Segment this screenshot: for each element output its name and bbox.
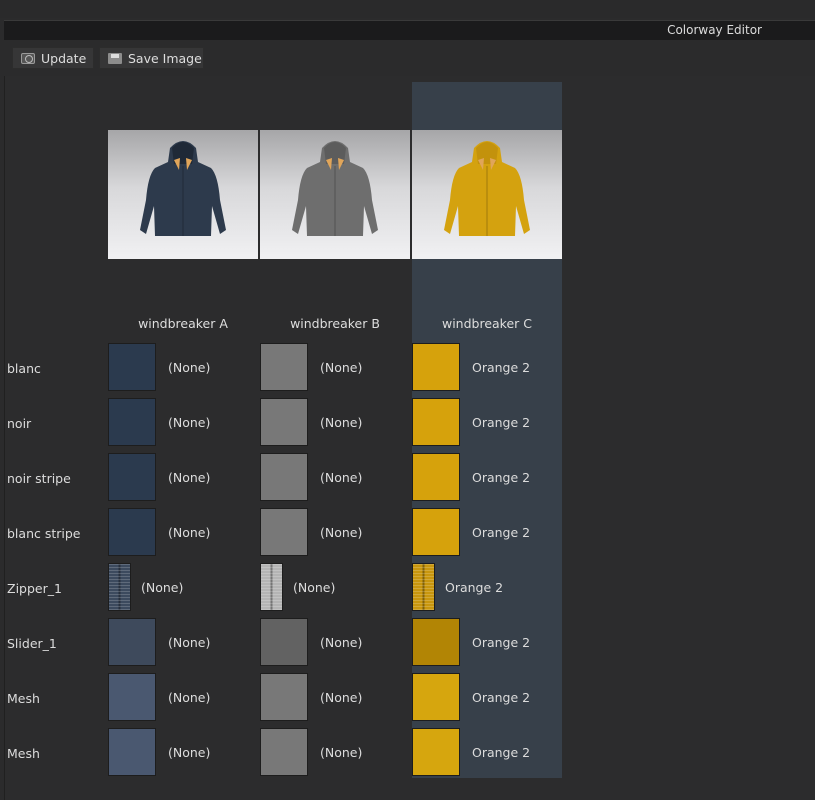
color-swatch[interactable] [108, 398, 156, 446]
color-value-label[interactable]: Orange 2 [472, 415, 530, 430]
fabric-row-label: noir stripe [7, 471, 71, 486]
color-value-label[interactable]: (None) [320, 415, 362, 430]
color-value-label[interactable]: (None) [141, 580, 183, 595]
colorway-name[interactable]: windbreaker B [260, 316, 410, 331]
update-button[interactable]: Update [12, 47, 94, 69]
fabric-row-label: blanc [7, 361, 41, 376]
color-swatch[interactable] [412, 728, 460, 776]
color-swatch[interactable] [412, 343, 460, 391]
jacket-image [140, 141, 226, 236]
colorway-thumbnail[interactable] [412, 130, 562, 259]
color-value-label[interactable]: (None) [168, 525, 210, 540]
color-value-label[interactable]: Orange 2 [472, 635, 530, 650]
color-value-label[interactable]: (None) [293, 580, 335, 595]
toolbar: Update Save Image [0, 40, 815, 76]
color-swatch[interactable] [108, 343, 156, 391]
color-value-label[interactable]: (None) [320, 470, 362, 485]
color-swatch[interactable] [412, 508, 460, 556]
color-value-label[interactable]: (None) [168, 745, 210, 760]
color-value-label[interactable]: (None) [168, 690, 210, 705]
jacket-image [444, 141, 530, 236]
color-swatch[interactable] [412, 618, 460, 666]
color-value-label[interactable]: (None) [168, 635, 210, 650]
fabric-row-label: Mesh [7, 691, 40, 706]
color-value-label[interactable]: (None) [168, 360, 210, 375]
zipper-swatch[interactable] [108, 563, 131, 611]
fabric-row-label: Mesh [7, 746, 40, 761]
color-swatch[interactable] [260, 673, 308, 721]
color-swatch[interactable] [412, 673, 460, 721]
color-swatch[interactable] [412, 398, 460, 446]
jacket-image [292, 141, 378, 236]
colorway-thumbnail[interactable] [108, 130, 258, 259]
color-value-label[interactable]: (None) [168, 415, 210, 430]
fabric-row-label: Slider_1 [7, 636, 57, 651]
color-swatch[interactable] [108, 728, 156, 776]
color-value-label[interactable]: Orange 2 [472, 470, 530, 485]
zipper-swatch[interactable] [412, 563, 435, 611]
save-image-button[interactable]: Save Image [99, 47, 204, 69]
color-swatch[interactable] [260, 618, 308, 666]
color-swatch[interactable] [108, 453, 156, 501]
color-value-label[interactable]: Orange 2 [472, 690, 530, 705]
color-swatch[interactable] [108, 618, 156, 666]
color-swatch[interactable] [260, 343, 308, 391]
top-strip [0, 0, 815, 18]
color-value-label[interactable]: Orange 2 [472, 745, 530, 760]
zipper-swatch[interactable] [260, 563, 283, 611]
fabric-row-label: Zipper_1 [7, 581, 62, 596]
window-title: Colorway Editor [667, 23, 762, 37]
color-swatch[interactable] [260, 728, 308, 776]
colorway-thumbnail[interactable] [260, 130, 410, 259]
color-value-label[interactable]: (None) [320, 360, 362, 375]
camera-icon [21, 52, 35, 64]
color-value-label[interactable]: Orange 2 [445, 580, 503, 595]
window-title-bar: Colorway Editor [4, 20, 815, 40]
color-swatch[interactable] [260, 398, 308, 446]
color-value-label[interactable]: (None) [168, 470, 210, 485]
color-value-label[interactable]: (None) [320, 745, 362, 760]
color-value-label[interactable]: (None) [320, 635, 362, 650]
color-swatch[interactable] [108, 508, 156, 556]
color-swatch[interactable] [260, 453, 308, 501]
fabric-row-label: blanc stripe [7, 526, 81, 541]
fabric-row-label: noir [7, 416, 32, 431]
colorway-name[interactable]: windbreaker A [108, 316, 258, 331]
color-value-label[interactable]: Orange 2 [472, 525, 530, 540]
update-button-label: Update [41, 50, 87, 66]
color-swatch[interactable] [260, 508, 308, 556]
color-value-label[interactable]: (None) [320, 525, 362, 540]
color-value-label[interactable]: (None) [320, 690, 362, 705]
color-swatch[interactable] [412, 453, 460, 501]
color-swatch[interactable] [108, 673, 156, 721]
colorway-name[interactable]: windbreaker C [412, 316, 562, 331]
color-value-label[interactable]: Orange 2 [472, 360, 530, 375]
save-icon [108, 52, 122, 64]
save-image-button-label: Save Image [128, 50, 202, 66]
